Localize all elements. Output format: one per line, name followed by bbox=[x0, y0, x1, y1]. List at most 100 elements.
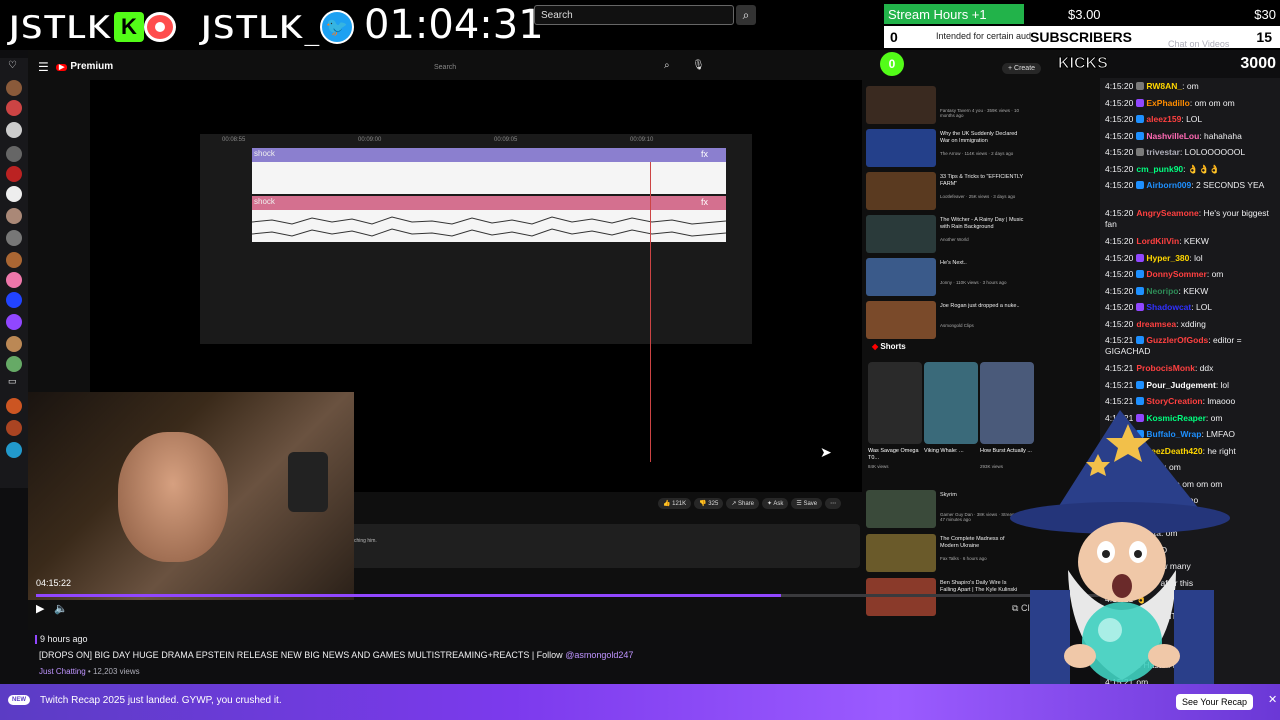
chat-username[interactable]: cm_punk90 bbox=[1136, 164, 1183, 174]
overlay-search-input[interactable]: Search bbox=[534, 5, 734, 25]
video-title[interactable]: Why the UK Suddenly Declared War on Immi… bbox=[940, 131, 1024, 145]
recap-text: Twitch Recap 2025 just landed. GYWP, you… bbox=[40, 695, 282, 706]
volume-icon[interactable]: 🔈 bbox=[54, 602, 68, 615]
channel-avatar[interactable] bbox=[6, 272, 22, 288]
recommended-video[interactable]: The Witcher - A Rainy Day | Music with R… bbox=[866, 215, 1036, 255]
twitch-recap-banner: NEW Twitch Recap 2025 just landed. GYWP,… bbox=[0, 684, 1280, 720]
channel-avatar[interactable] bbox=[6, 252, 22, 268]
chat-username[interactable]: ProbocisMonk bbox=[1136, 363, 1195, 373]
youtube-search-input[interactable]: Search bbox=[428, 60, 678, 76]
short-title[interactable]: Was Savage Omega T0... bbox=[868, 448, 922, 462]
chat-username[interactable]: RW8AN_ bbox=[1146, 81, 1182, 91]
chat-username[interactable]: Neoripo bbox=[1146, 286, 1178, 296]
channel-avatar[interactable] bbox=[6, 80, 22, 96]
channel-avatar[interactable] bbox=[6, 398, 22, 414]
chat-username[interactable]: Airborn009 bbox=[1146, 180, 1191, 190]
video-title[interactable]: 33 Tips & Tricks to "EFFICIENTLY FARM" bbox=[940, 174, 1024, 188]
intended-text: Intended for certain aud bbox=[936, 31, 1032, 41]
video-thumbnail[interactable] bbox=[866, 129, 936, 167]
chat-username[interactable]: AngrySeamone bbox=[1136, 208, 1198, 218]
video-thumbnail[interactable] bbox=[866, 172, 936, 210]
video-thumbnail[interactable] bbox=[866, 86, 936, 124]
youtube-brand: Premium bbox=[70, 61, 114, 72]
chat-username[interactable]: NashvilleLou bbox=[1146, 131, 1199, 141]
search-icon[interactable]: ⌕ bbox=[664, 60, 670, 71]
channel-avatar[interactable] bbox=[6, 122, 22, 138]
video-title[interactable]: Joe Rogan just dropped a nuke.. bbox=[940, 303, 1024, 310]
chat-username[interactable]: Shadowcat bbox=[1146, 302, 1191, 312]
ruler-tick: 00:09:05 bbox=[494, 137, 518, 143]
short-title[interactable]: Viking Whale: ... bbox=[924, 448, 978, 455]
more-button[interactable]: ⋯ bbox=[825, 498, 842, 509]
chat-badge-icon bbox=[1136, 270, 1145, 278]
recommended-video[interactable]: Fantasy Tavern 4 you · 359K views · 10 m… bbox=[866, 86, 1036, 126]
shorts-label: Shorts bbox=[880, 342, 906, 351]
channel-avatar[interactable] bbox=[6, 100, 22, 116]
video-title[interactable]: The Witcher - A Rainy Day | Music with R… bbox=[940, 217, 1024, 231]
kicks-bar: 0 KICKS 3000 bbox=[880, 50, 1280, 78]
channel-avatar[interactable] bbox=[6, 356, 22, 372]
chat-username[interactable]: Hyper_380 bbox=[1146, 253, 1189, 263]
recommended-video[interactable]: Why the UK Suddenly Declared War on Immi… bbox=[866, 129, 1036, 169]
channel-avatar[interactable] bbox=[6, 336, 22, 352]
chat-timestamp: 4:15:20 bbox=[1105, 130, 1134, 141]
video-thumbnail[interactable] bbox=[866, 578, 936, 616]
mic-icon[interactable]: 🎙 bbox=[692, 60, 705, 71]
youtube-logo[interactable]: ▶ Premium bbox=[56, 61, 113, 72]
like-button[interactable]: 👍 121K bbox=[658, 498, 692, 509]
close-icon[interactable]: ✕ bbox=[1268, 693, 1277, 706]
chat-username[interactable]: StoryCreation bbox=[1146, 396, 1202, 406]
channel-avatar[interactable] bbox=[6, 420, 22, 436]
video-thumbnail[interactable] bbox=[866, 490, 936, 528]
chat-username[interactable]: GuzzlerOfGods bbox=[1146, 335, 1208, 345]
video-thumbnail[interactable] bbox=[866, 301, 936, 339]
waveform bbox=[252, 216, 726, 237]
video-title[interactable]: He's Next.. bbox=[940, 260, 1024, 267]
chat-message: 4:15:20 dreamsea: xdding bbox=[1105, 319, 1275, 330]
recommended-video[interactable]: He's Next.. Jonny · 110K views · 3 hours … bbox=[866, 258, 1036, 298]
ask-button[interactable]: ✦ Ask bbox=[762, 498, 789, 509]
seek-bar[interactable] bbox=[36, 594, 1100, 597]
short-thumbnail[interactable] bbox=[924, 362, 978, 444]
video-icon[interactable]: ▭ bbox=[8, 376, 17, 387]
timeline-ruler: 00:08:55 00:09:00 00:09:05 00:09:10 bbox=[200, 134, 752, 148]
channel-avatar[interactable] bbox=[6, 442, 22, 458]
dislike-button[interactable]: 👎 325 bbox=[694, 498, 724, 509]
chat-username[interactable]: aleez159 bbox=[1146, 114, 1181, 124]
video-thumbnail[interactable] bbox=[866, 215, 936, 253]
save-button[interactable]: ☰ Save bbox=[791, 498, 823, 509]
kick-logo-icon: K bbox=[114, 12, 144, 42]
share-button[interactable]: ↗ Share bbox=[726, 498, 760, 509]
menu-icon[interactable]: ☰ bbox=[38, 60, 49, 74]
channel-avatar[interactable] bbox=[6, 230, 22, 246]
chat-username[interactable]: trivestar bbox=[1146, 147, 1180, 157]
chat-username[interactable]: LordKilVin bbox=[1136, 236, 1179, 246]
recommended-video[interactable]: 33 Tips & Tricks to "EFFICIENTLY FARM" Lo… bbox=[866, 172, 1036, 212]
video-thumbnail[interactable] bbox=[866, 534, 936, 572]
channel-avatar[interactable] bbox=[6, 292, 22, 308]
channel-avatar[interactable] bbox=[6, 208, 22, 224]
play-icon[interactable]: ▶ bbox=[36, 602, 44, 615]
channel-avatar[interactable] bbox=[6, 146, 22, 162]
heart-icon[interactable]: ♡ bbox=[8, 60, 17, 71]
channel-avatar[interactable] bbox=[6, 186, 22, 202]
chat-username[interactable]: DonnySommer bbox=[1146, 269, 1206, 279]
search-icon[interactable]: ⌕ bbox=[736, 5, 756, 25]
channel-avatar[interactable] bbox=[6, 314, 22, 330]
short-thumbnail[interactable] bbox=[868, 362, 922, 444]
video-meta: Asmongold Clips bbox=[940, 323, 974, 328]
chat-username[interactable]: Pour_Judgement bbox=[1146, 380, 1215, 390]
chat-text: : LOL bbox=[1181, 114, 1203, 124]
chat-text: : lmaooo bbox=[1202, 396, 1236, 406]
video-thumbnail[interactable] bbox=[866, 258, 936, 296]
category-link[interactable]: Just Chatting bbox=[39, 667, 86, 676]
video-editor-timeline: 00:08:55 00:09:00 00:09:05 00:09:10 shoc… bbox=[200, 134, 752, 344]
see-recap-button[interactable]: See Your Recap bbox=[1176, 694, 1254, 710]
mention-link[interactable]: @asmongold247 bbox=[565, 650, 633, 660]
playhead[interactable] bbox=[650, 162, 651, 462]
video-description[interactable]: ching him. bbox=[348, 524, 860, 568]
chat-username[interactable]: ExPhadillo bbox=[1146, 98, 1189, 108]
recommended-video[interactable]: Joe Rogan just dropped a nuke.. Asmongold… bbox=[866, 301, 1036, 341]
chat-username[interactable]: dreamsea bbox=[1136, 319, 1176, 329]
channel-avatar[interactable] bbox=[6, 166, 22, 182]
